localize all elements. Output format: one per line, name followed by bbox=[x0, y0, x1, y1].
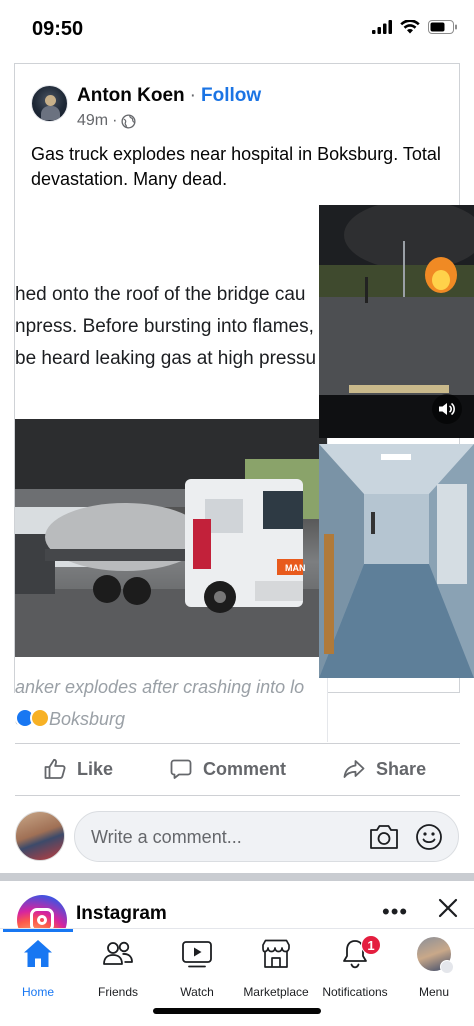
share-button[interactable]: Share bbox=[314, 757, 454, 781]
post-actions: Like Comment Share bbox=[15, 745, 445, 793]
follow-button[interactable]: Follow bbox=[201, 85, 261, 107]
sad-reaction-icon bbox=[30, 708, 50, 728]
tab-active-indicator bbox=[3, 929, 73, 932]
author-separator: · bbox=[189, 85, 196, 106]
media-hospital-corridor[interactable] bbox=[319, 444, 474, 678]
post-time[interactable]: 49m bbox=[77, 112, 108, 130]
truck-illustration: MAN bbox=[15, 419, 327, 657]
close-icon[interactable] bbox=[437, 897, 459, 919]
author-avatar[interactable] bbox=[31, 85, 68, 122]
comment-icon bbox=[170, 759, 192, 779]
home-icon bbox=[24, 940, 52, 967]
camera-icon[interactable] bbox=[368, 823, 400, 851]
globe-icon bbox=[121, 113, 136, 129]
share-icon bbox=[343, 760, 365, 778]
feed-separator bbox=[0, 873, 474, 881]
tab-label: Menu bbox=[418, 985, 450, 999]
article-text: hed onto the roof of the bridge cau npre… bbox=[15, 279, 327, 375]
meta-separator: · bbox=[112, 112, 118, 129]
shop-icon bbox=[262, 939, 290, 968]
comment-input[interactable]: Write a comment... bbox=[74, 811, 459, 862]
divider bbox=[15, 743, 460, 744]
menu-avatar bbox=[417, 937, 454, 974]
caption-line: anker explodes after crashing into lo bbox=[15, 677, 305, 697]
thumbs-up-icon bbox=[44, 758, 66, 779]
article-line: hed onto the roof of the bridge cau bbox=[15, 284, 306, 305]
like-label: Like bbox=[77, 758, 114, 779]
tab-menu[interactable]: Menu bbox=[388, 937, 474, 999]
comment-button[interactable]: Comment bbox=[141, 757, 314, 781]
more-options-icon[interactable]: ••• bbox=[382, 899, 408, 925]
caption-line: e in Boksburg bbox=[15, 709, 126, 729]
signal-icon bbox=[372, 20, 392, 34]
truck-brand: MAN bbox=[285, 563, 306, 573]
notification-badge: 1 bbox=[361, 935, 381, 955]
status-bar: 09:50 bbox=[0, 0, 474, 58]
next-post-header: Instagram ••• bbox=[0, 881, 474, 945]
comment-label: Comment bbox=[203, 758, 287, 779]
article-line: be heard leaking gas at high pressu bbox=[15, 348, 317, 369]
media-article-screenshot[interactable]: hed onto the roof of the bridge cau npre… bbox=[15, 269, 328, 742]
author-name[interactable]: Anton Koen bbox=[77, 85, 185, 107]
emoji-icon[interactable] bbox=[415, 823, 443, 851]
video-play-icon bbox=[182, 941, 212, 968]
friends-icon bbox=[103, 941, 133, 965]
bottom-tab-bar: Home Friends Watch Marketplace 1 Notific… bbox=[0, 928, 474, 1000]
user-avatar[interactable] bbox=[15, 811, 65, 861]
like-button[interactable]: Like bbox=[15, 757, 141, 781]
status-time: 09:50 bbox=[32, 18, 84, 40]
next-post-author[interactable]: Instagram bbox=[76, 903, 167, 925]
battery-icon bbox=[428, 20, 457, 34]
media-explosion-video[interactable] bbox=[319, 205, 474, 438]
post-meta: 49m · bbox=[77, 112, 136, 130]
sound-button[interactable] bbox=[432, 394, 462, 424]
article-caption: anker explodes after crashing into lo e … bbox=[15, 671, 327, 735]
reaction-summary[interactable] bbox=[15, 708, 50, 728]
share-label: Share bbox=[376, 758, 427, 779]
home-indicator bbox=[153, 1008, 321, 1014]
wifi-icon bbox=[400, 20, 420, 34]
post-text: Gas truck explodes near hospital in Boks… bbox=[31, 144, 441, 189]
speaker-icon bbox=[439, 402, 455, 416]
author-row: Anton Koen · Follow bbox=[77, 85, 261, 107]
truck-photo: MAN bbox=[15, 419, 327, 657]
divider bbox=[15, 795, 460, 796]
corridor-scene bbox=[319, 444, 474, 678]
article-line: npress. Before bursting into flames, bbox=[15, 316, 314, 337]
comment-composer: Write a comment... bbox=[0, 805, 474, 867]
comment-placeholder: Write a comment... bbox=[91, 827, 242, 847]
status-icons bbox=[372, 20, 458, 34]
